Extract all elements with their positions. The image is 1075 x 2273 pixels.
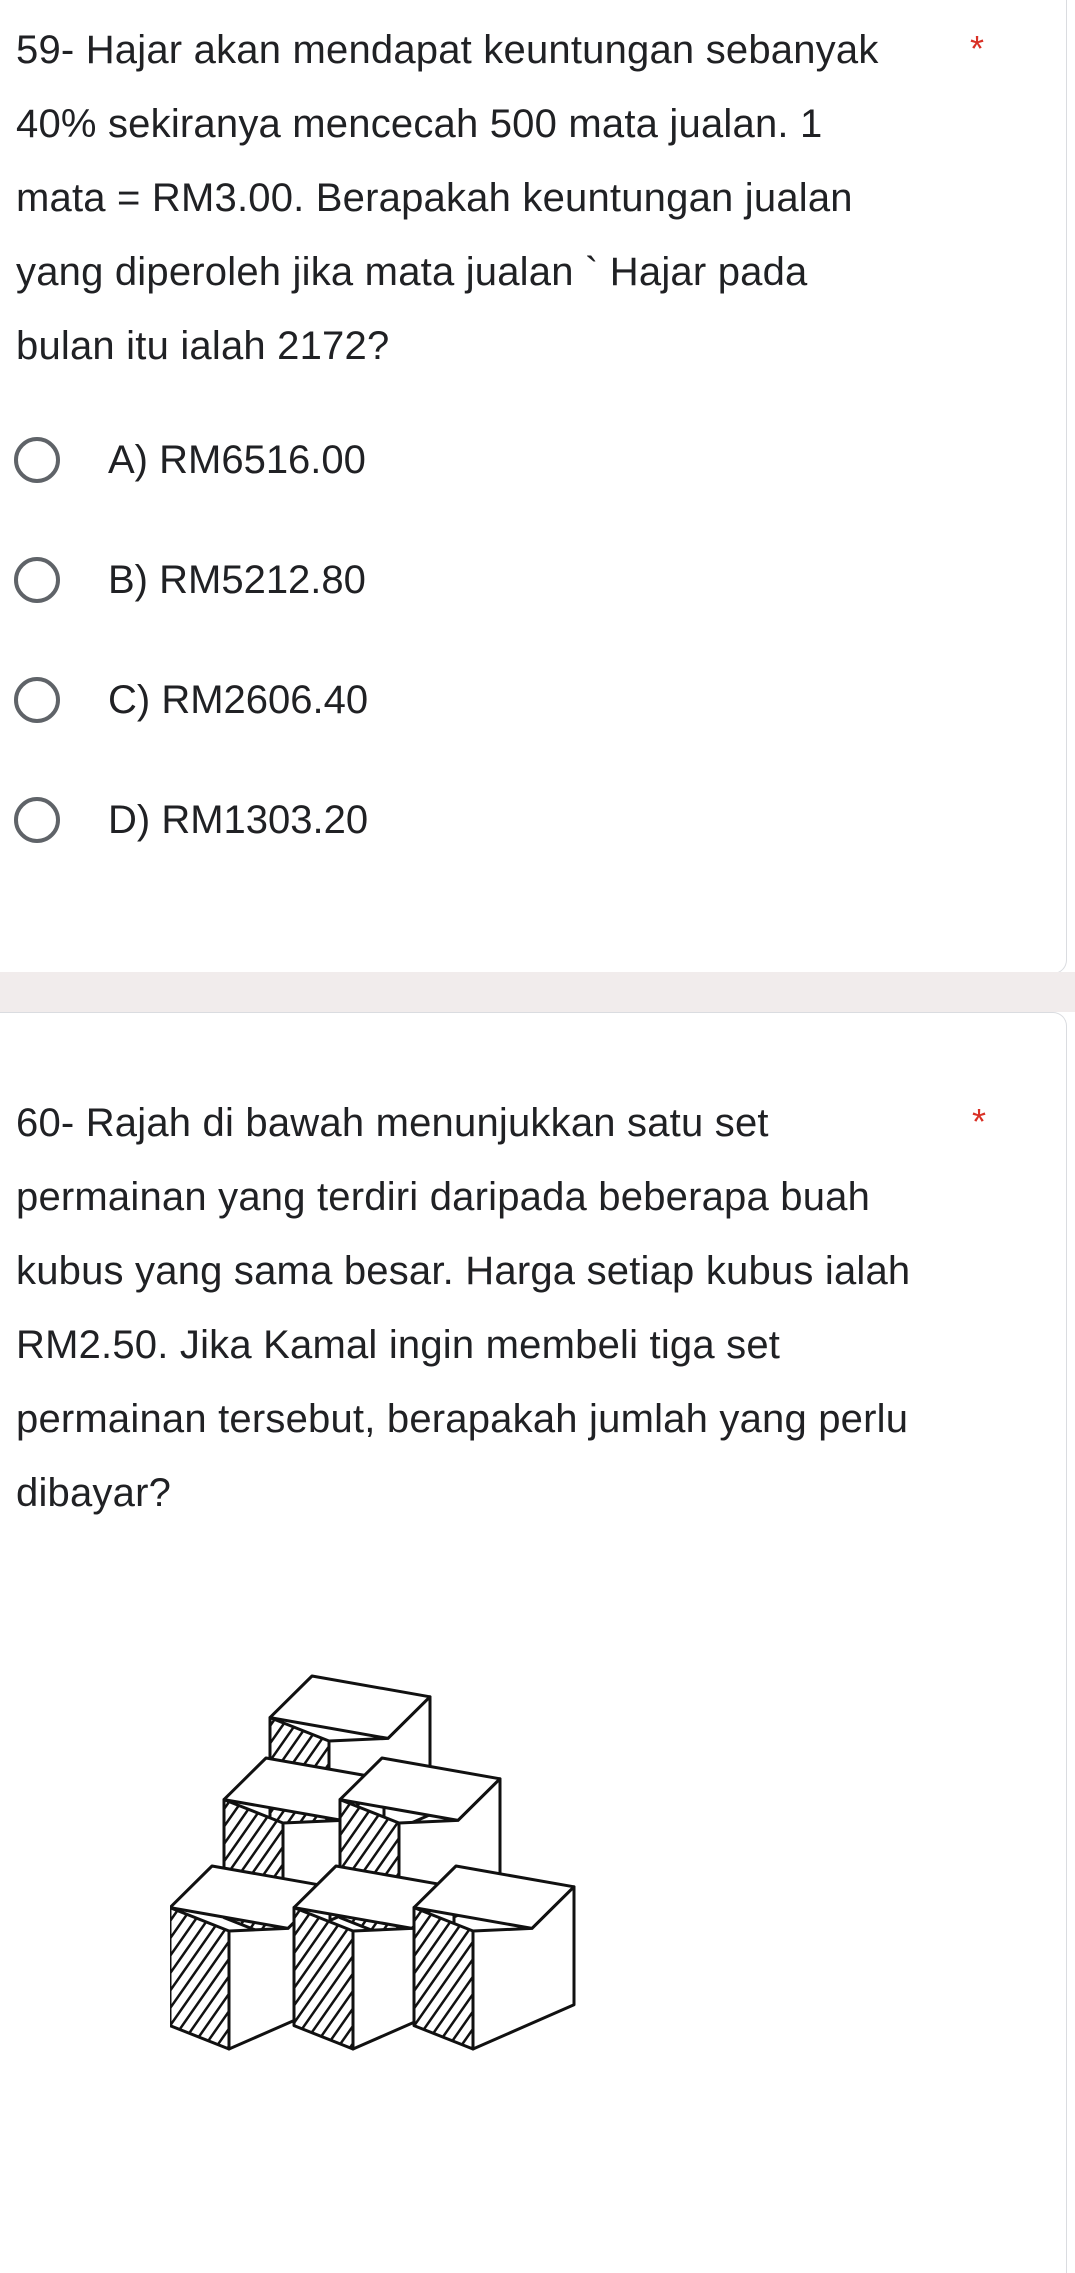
option-label: D) RM1303.20 bbox=[108, 797, 369, 842]
option-label: A) RM6516.00 bbox=[108, 437, 366, 482]
cube-left-face bbox=[292, 1906, 355, 2051]
option-d[interactable]: D) RM1303.20 bbox=[14, 790, 368, 850]
option-label: B) RM5212.80 bbox=[108, 557, 366, 602]
required-asterisk: * bbox=[972, 1101, 987, 1142]
question-60-text: 60- Rajah di bawah menunjukkan satu set … bbox=[16, 1101, 911, 1515]
radio-button[interactable] bbox=[14, 677, 60, 723]
option-a[interactable]: A) RM6516.00 bbox=[14, 430, 366, 490]
cube-left-face bbox=[412, 1906, 475, 2051]
section-divider bbox=[0, 972, 1075, 1012]
radio-button[interactable] bbox=[14, 437, 60, 483]
cube-stack-diagram bbox=[170, 1674, 576, 2051]
option-b[interactable]: B) RM5212.80 bbox=[14, 550, 366, 610]
option-label: C) RM2606.40 bbox=[108, 677, 369, 722]
radio-button[interactable] bbox=[14, 797, 60, 843]
radio-button[interactable] bbox=[14, 557, 60, 603]
question-card-59: 59- Hajar akan mendapat keuntungan seban… bbox=[0, 0, 1067, 974]
cube-left-face bbox=[170, 1906, 231, 2051]
option-c[interactable]: C) RM2606.40 bbox=[14, 670, 368, 730]
question-59-text: 59- Hajar akan mendapat keuntungan seban… bbox=[16, 28, 879, 368]
required-asterisk: * bbox=[970, 28, 985, 69]
